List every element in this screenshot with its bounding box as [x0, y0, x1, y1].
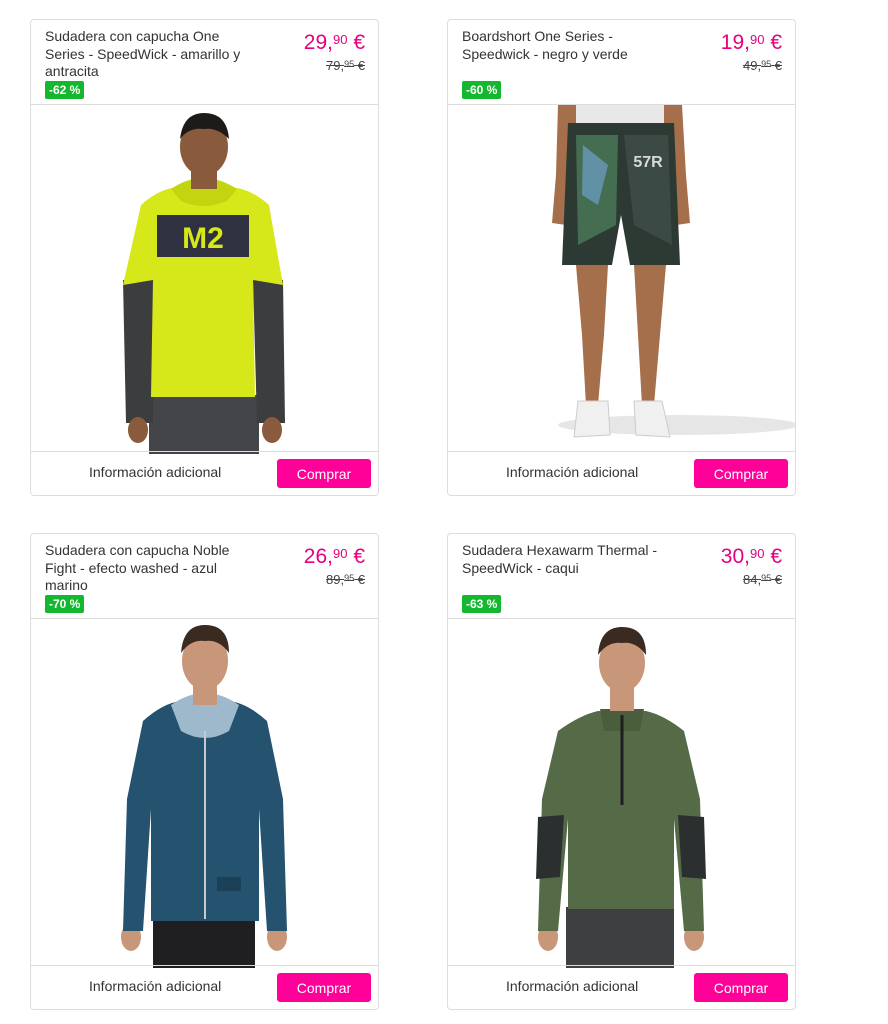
original-price: 89,95 €: [304, 570, 365, 588]
old-price-cents: 95: [761, 573, 772, 583]
hoodie-graphic-text: M2: [182, 222, 224, 255]
product-title[interactable]: Boardshort One Series - Speedwick - negr…: [462, 28, 677, 63]
info-link[interactable]: Información adicional: [89, 464, 221, 480]
discount-badge: -62 %: [45, 81, 85, 99]
price-currency: €: [770, 545, 782, 568]
original-price: 49,95 €: [721, 56, 782, 74]
product-card-header: Boardshort One Series - Speedwick - negr…: [448, 20, 795, 105]
discount-badge: -60 %: [462, 81, 502, 99]
current-price: 26,90 €: [304, 541, 365, 570]
current-price: 19,90 €: [721, 27, 782, 56]
price-block: 26,90 € 89,95 €: [304, 541, 365, 588]
product-image[interactable]: M2: [31, 105, 378, 454]
shorts-graphic-text: 57R: [633, 154, 663, 171]
product-image[interactable]: 57R: [448, 105, 795, 454]
product-image[interactable]: [448, 619, 795, 968]
price-cents: 90: [333, 32, 348, 47]
product-card-footer: Información adicional Comprar: [448, 451, 795, 495]
info-link[interactable]: Información adicional: [506, 464, 638, 480]
price-currency: €: [353, 31, 365, 54]
original-price: 79,95 €: [304, 56, 365, 74]
price-integer: 19,: [720, 31, 750, 54]
price-currency: €: [770, 31, 782, 54]
product-title[interactable]: Sudadera con capucha One Series - SpeedW…: [45, 28, 260, 81]
price-block: 30,90 € 84,95 €: [721, 541, 782, 588]
product-card: Sudadera con capucha One Series - SpeedW…: [30, 19, 379, 496]
product-card-footer: Información adicional Comprar: [31, 965, 378, 1009]
old-price-cents: 95: [761, 59, 772, 69]
old-price-currency: €: [774, 572, 782, 587]
old-price-currency: €: [774, 58, 782, 73]
product-photo-jacket-khaki: [536, 627, 706, 968]
old-price-integer: 49,: [743, 58, 762, 73]
price-cents: 90: [750, 32, 765, 47]
product-card-footer: Información adicional Comprar: [448, 965, 795, 1009]
old-price-cents: 95: [344, 573, 355, 583]
product-card-header: Sudadera Hexawarm Thermal - SpeedWick - …: [448, 534, 795, 619]
product-title[interactable]: Sudadera Hexawarm Thermal - SpeedWick - …: [462, 542, 677, 577]
price-currency: €: [353, 545, 365, 568]
buy-button[interactable]: Comprar: [277, 973, 371, 1002]
price-integer: 30,: [720, 545, 750, 568]
discount-badge: -63 %: [462, 595, 502, 613]
original-price: 84,95 €: [721, 570, 782, 588]
buy-button[interactable]: Comprar: [277, 459, 371, 488]
product-card-footer: Información adicional Comprar: [31, 451, 378, 495]
buy-button[interactable]: Comprar: [694, 459, 788, 488]
old-price-currency: €: [357, 572, 365, 587]
price-cents: 90: [750, 546, 765, 561]
old-price-integer: 79,: [326, 58, 345, 73]
price-block: 19,90 € 49,95 €: [721, 27, 782, 74]
price-cents: 90: [333, 546, 348, 561]
product-title[interactable]: Sudadera con capucha Noble Fight - efect…: [45, 542, 260, 595]
product-image[interactable]: [31, 619, 378, 968]
product-card: Boardshort One Series - Speedwick - negr…: [447, 19, 796, 496]
old-price-integer: 84,: [743, 572, 762, 587]
price-integer: 29,: [303, 31, 333, 54]
product-photo-hoodie-yellow: M2: [123, 113, 285, 454]
product-photo-hoodie-navy: [121, 625, 287, 968]
product-photo-boardshort: 57R: [552, 105, 795, 438]
product-card: Sudadera Hexawarm Thermal - SpeedWick - …: [447, 533, 796, 1010]
product-card-header: Sudadera con capucha One Series - SpeedW…: [31, 20, 378, 105]
current-price: 29,90 €: [304, 27, 365, 56]
product-card-header: Sudadera con capucha Noble Fight - efect…: [31, 534, 378, 619]
old-price-currency: €: [357, 58, 365, 73]
info-link[interactable]: Información adicional: [506, 978, 638, 994]
discount-badge: -70 %: [45, 595, 85, 613]
current-price: 30,90 €: [721, 541, 782, 570]
price-block: 29,90 € 79,95 €: [304, 27, 365, 74]
product-card: Sudadera con capucha Noble Fight - efect…: [30, 533, 379, 1010]
old-price-integer: 89,: [326, 572, 345, 587]
price-integer: 26,: [303, 545, 333, 568]
buy-button[interactable]: Comprar: [694, 973, 788, 1002]
old-price-cents: 95: [344, 59, 355, 69]
info-link[interactable]: Información adicional: [89, 978, 221, 994]
